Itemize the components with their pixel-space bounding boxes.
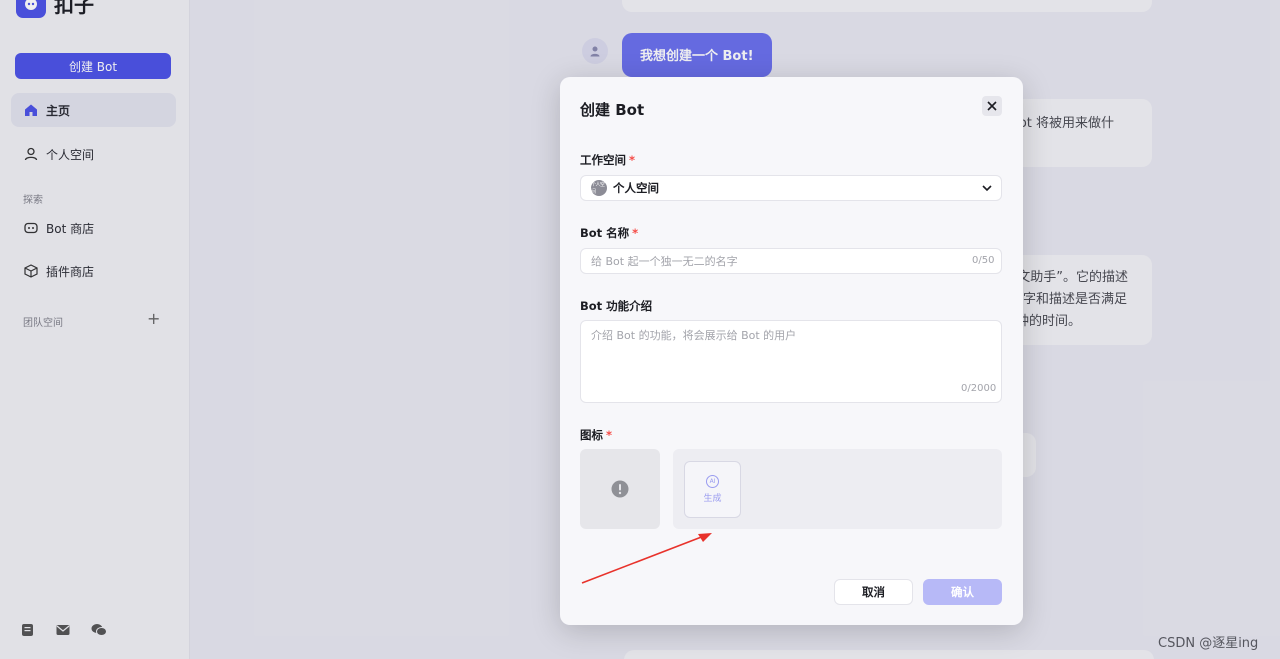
bot-name-label: Bot 名称 * [580,225,638,241]
close-button[interactable] [982,96,1002,116]
icon-generate-panel: AI 生成 [673,449,1002,529]
workspace-label: 工作空间 * [580,152,635,168]
required-mark: * [606,428,613,442]
bot-desc-counter: 0/2000 [961,383,997,394]
icon-label-text: 图标 [580,428,603,442]
required-mark: * [632,226,639,240]
generate-icon-button[interactable]: AI 生成 [684,461,741,518]
dialog-title: 创建 Bot [580,101,645,119]
bot-name-input[interactable] [580,248,1002,274]
workspace-selected-value: 个人空间 [613,181,659,195]
close-icon [987,101,997,111]
chevron-down-icon [982,185,992,192]
watermark: CSDN @逐星ing [1158,636,1259,651]
ai-icon: AI [706,475,719,488]
bot-desc-label: Bot 功能介绍 [580,299,653,313]
annotation-arrow-icon [581,533,712,584]
bot-name-label-text: Bot 名称 [580,226,630,240]
bot-desc-textarea[interactable] [580,320,1002,403]
alert-icon [611,480,629,498]
confirm-button[interactable]: 确认 [923,579,1002,605]
workspace-avatar: 个人空间 [591,180,607,196]
generate-label: 生成 [703,494,722,504]
workspace-select[interactable]: 个人空间 个人空间 [580,175,1002,201]
icon-preview[interactable] [580,449,660,529]
bot-name-counter: 0/50 [972,255,995,266]
required-mark: * [629,153,636,167]
cancel-button[interactable]: 取消 [834,579,913,605]
icon-label: 图标 * [580,427,612,443]
workspace-label-text: 工作空间 [580,153,626,167]
